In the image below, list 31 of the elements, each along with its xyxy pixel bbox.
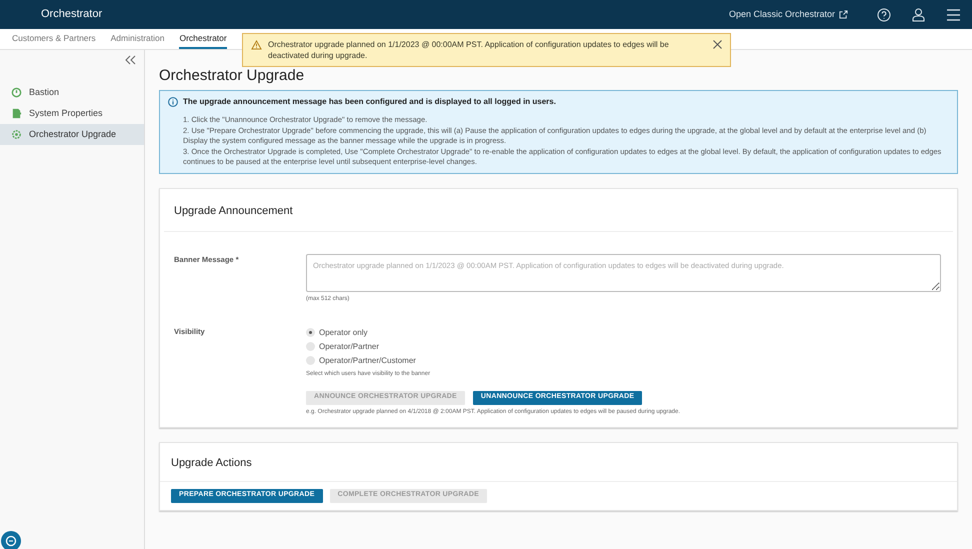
card-title: Upgrade Actions	[171, 456, 252, 468]
external-link-icon	[839, 10, 848, 19]
radio-option[interactable]: Operator only	[306, 326, 941, 340]
user-icon[interactable]	[912, 8, 925, 22]
info-heading: The upgrade announcement message has been configured and is displayed to all logged in users.	[183, 96, 557, 108]
nav-tab[interactable]: Orchestrator	[179, 29, 227, 49]
radio-button[interactable]	[306, 342, 315, 351]
collapse-icon[interactable]	[125, 55, 136, 65]
sidebar-item[interactable]: Bastion	[0, 82, 144, 103]
warning-icon	[251, 40, 262, 50]
page-title: Orchestrator Upgrade	[159, 67, 306, 85]
menu-icon[interactable]	[947, 8, 960, 20]
sidebar-item[interactable]: System Properties	[0, 103, 144, 124]
help-icon[interactable]	[877, 8, 891, 22]
radio-option[interactable]: Operator/Partner/Customer	[306, 354, 941, 368]
info-icon	[168, 97, 178, 107]
alert-message: Orchestrator upgrade planned on 1/1/2023 @ 00:00AM PST. Application of configuration updates to edges will be deactivated during upgrade.	[268, 39, 670, 61]
nav-tab[interactable]: Administration	[110, 29, 164, 49]
document-icon	[11, 108, 22, 119]
close-icon[interactable]	[713, 40, 722, 49]
card-title: Upgrade Announcement	[174, 204, 293, 216]
radio-option[interactable]: Operator/Partner	[306, 340, 941, 354]
nav-tab[interactable]: Customers & Partners	[12, 29, 96, 49]
chat-icon[interactable]	[1, 531, 21, 549]
sidebar-item[interactable]: Orchestrator Upgrade	[0, 124, 144, 145]
circle-icon	[11, 87, 22, 98]
app-title: Orchestrator	[41, 7, 102, 22]
radio-button[interactable]	[306, 356, 315, 365]
gear-icon	[11, 129, 22, 140]
classic-link[interactable]: Open Classic Orchestrator	[728, 8, 848, 22]
radio-button[interactable]	[306, 328, 315, 337]
